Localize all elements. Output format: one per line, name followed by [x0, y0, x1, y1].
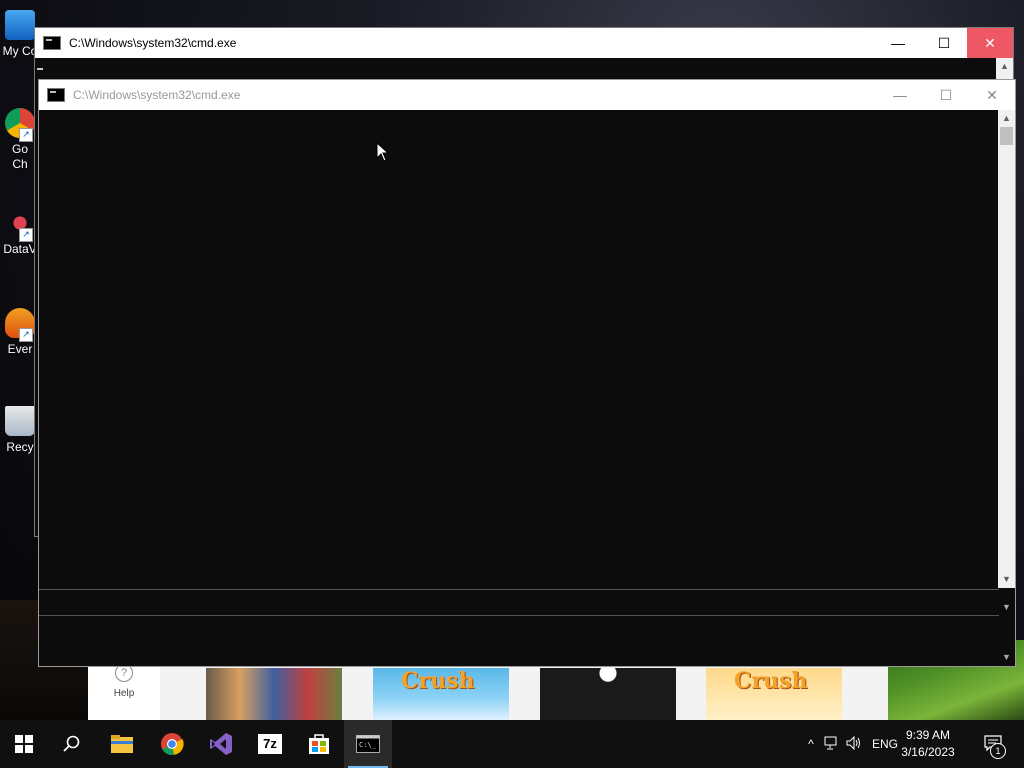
- chrome-icon: [161, 733, 184, 755]
- network-icon[interactable]: [824, 736, 846, 753]
- store-icon: [309, 734, 329, 754]
- show-hidden-icons-chevron-up-icon[interactable]: ^: [802, 737, 820, 751]
- volume-icon[interactable]: [846, 735, 868, 753]
- chrome-icon: ↗: [5, 108, 35, 142]
- taskbar: 7z C:\_ ^ ENG 9:39 AM 3/16/2023 1: [0, 720, 1024, 768]
- dark-game-tile[interactable]: [540, 668, 676, 720]
- svg-text:C:\_: C:\_: [359, 741, 377, 749]
- pane-scrollbar[interactable]: ▼: [998, 616, 1015, 666]
- cmd-icon: [47, 88, 65, 102]
- titlebar[interactable]: C:\Windows\system32\cmd.exe — ☐ ✕: [35, 28, 1013, 58]
- mouse-cursor-icon: [376, 142, 390, 162]
- store-button[interactable]: [295, 720, 343, 768]
- system-tray: ^ ENG: [802, 720, 898, 768]
- 7zip-button[interactable]: 7z: [246, 720, 294, 768]
- windows-logo-icon: [15, 735, 33, 753]
- tile-title: Crush: [734, 668, 808, 694]
- start-button[interactable]: [0, 720, 48, 768]
- close-button[interactable]: ✕: [967, 28, 1013, 58]
- search-button[interactable]: [48, 720, 96, 768]
- visual-studio-button[interactable]: [197, 720, 245, 768]
- text-cursor: [37, 68, 43, 70]
- search-icon: [63, 735, 80, 752]
- 7zip-icon: 7z: [258, 734, 282, 754]
- maximize-button[interactable]: ☐: [923, 80, 969, 110]
- cmd-button[interactable]: C:\_: [344, 720, 392, 768]
- window-title: C:\Windows\system32\cmd.exe: [69, 36, 237, 50]
- cmd-icon: C:\_: [356, 735, 380, 753]
- window-title: C:\Windows\system32\cmd.exe: [73, 88, 241, 102]
- ever-icon: ↗: [5, 308, 35, 342]
- scroll-down-arrow-icon[interactable]: ▼: [998, 571, 1015, 588]
- roblox-tile[interactable]: [206, 668, 342, 720]
- scroll-down-arrow-icon[interactable]: ▼: [998, 649, 1015, 666]
- scroll-down-arrow-icon[interactable]: ▼: [998, 599, 1015, 616]
- action-center-button[interactable]: 1: [970, 720, 1018, 768]
- help-label: Help: [113, 688, 135, 699]
- clock-time: 9:39 AM: [905, 728, 951, 742]
- help-button[interactable]: ? Help: [88, 660, 160, 720]
- tile-title: Crush: [401, 668, 475, 694]
- vertical-scrollbar[interactable]: ▲ ▼: [998, 110, 1015, 588]
- clock-date: 3/16/2023: [901, 745, 955, 759]
- close-button[interactable]: ✕: [969, 80, 1015, 110]
- clock[interactable]: 9:39 AM 3/16/2023: [888, 720, 968, 768]
- pane-scrollbar[interactable]: ▼: [998, 590, 1015, 616]
- file-explorer-button[interactable]: [98, 720, 146, 768]
- maximize-button[interactable]: ☐: [921, 28, 967, 58]
- minimize-button[interactable]: —: [875, 28, 921, 58]
- titlebar[interactable]: C:\Windows\system32\cmd.exe — ☐ ✕: [39, 80, 1015, 110]
- cmd-icon: [43, 36, 61, 50]
- minimize-button[interactable]: —: [877, 80, 923, 110]
- visual-studio-icon: [210, 733, 232, 755]
- notification-count-badge: 1: [990, 743, 1006, 759]
- divider: [39, 615, 999, 616]
- candy-crush-saga-tile[interactable]: Crush: [706, 668, 842, 720]
- scrollbar-thumb[interactable]: [1000, 127, 1013, 145]
- divider: [39, 589, 999, 590]
- datav-icon: ↗: [5, 208, 35, 242]
- recycle-bin-icon: [5, 406, 35, 436]
- scroll-up-arrow-icon[interactable]: ▲: [996, 58, 1013, 75]
- folder-icon: [111, 735, 133, 753]
- candy-crush-tile[interactable]: Crush: [373, 668, 509, 720]
- scroll-up-arrow-icon[interactable]: ▲: [998, 110, 1015, 127]
- cmd-window-front[interactable]: C:\Windows\system32\cmd.exe — ☐ ✕ ▲ ▼ ▼ …: [38, 79, 1016, 667]
- chrome-button[interactable]: [148, 720, 196, 768]
- monitor-icon: [5, 10, 35, 40]
